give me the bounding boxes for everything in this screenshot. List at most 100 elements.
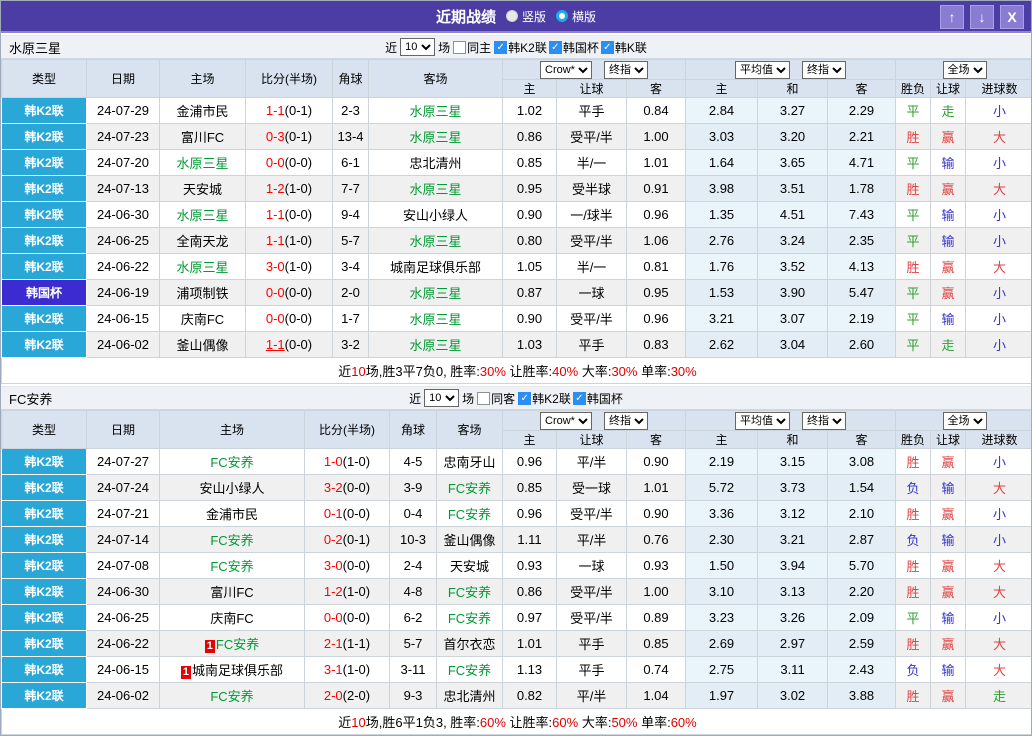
corner-cell: 0-4 (389, 500, 437, 527)
odds-away-cell: 0.95 (625, 279, 687, 306)
same-venue-checkbox[interactable]: 同客 (477, 390, 515, 407)
avg-away-cell: 2.19 (827, 305, 897, 332)
result-cell: 平 (895, 305, 932, 332)
goals-result-cell-text: 小 (993, 286, 1007, 301)
league-checkbox[interactable]: 韩国杯 (548, 39, 599, 56)
recent-count-select[interactable]: 10 (400, 38, 436, 56)
handicap-result-cell-text: 输 (941, 481, 955, 496)
odds-home-cell: 0.87 (502, 279, 557, 306)
away-team-cell: FC安养 (436, 578, 503, 605)
score-text: 0-1 (323, 506, 343, 521)
away-team-cell: 水原三星 (368, 279, 503, 306)
handicap-result-cell-text: 赢 (941, 507, 955, 522)
odds-handicap-cell: 受平/半 (556, 604, 627, 631)
away-team-cell: 安山小绿人 (368, 201, 503, 228)
avg-home-cell: 3.10 (685, 578, 759, 605)
goals-result-cell: 大 (965, 578, 1031, 605)
recent-count-select[interactable]: 10 (424, 389, 460, 407)
fulltime-select[interactable]: 全场 (942, 60, 987, 79)
final-odds-select-2[interactable]: 终指 (802, 411, 847, 430)
odds-away-cell: 0.90 (625, 448, 687, 475)
layout-radio-selected[interactable]: 横版 (556, 8, 596, 25)
home-team-cell: 天安城 (159, 175, 246, 202)
handicap-result-cell: 赢 (930, 175, 967, 202)
bookmaker-select[interactable]: Crow* (540, 60, 592, 79)
handicap-result-cell-text: 走 (941, 338, 955, 353)
same-venue-checkbox[interactable]: 同主 (453, 39, 491, 56)
half-score-text: (0-0) (284, 337, 313, 352)
team-name: 首尔衣恋 (443, 637, 496, 652)
corner-cell: 5-7 (332, 227, 369, 254)
col-type: 类型 (1, 59, 87, 98)
league-checkbox[interactable]: 韩K2联 (518, 390, 571, 407)
average-select[interactable]: 平均值 (735, 60, 791, 79)
goals-result-cell-text: 小 (993, 611, 1007, 626)
bookmaker-select[interactable]: Crow* (540, 411, 592, 430)
table-row: 韩K2联 24-07-21 金浦市民 0-1(0-0) 0-4 FC安养 0.96 受平/半 0… (1, 500, 1031, 527)
odds-away-cell: 0.96 (625, 305, 687, 332)
date-cell: 24-07-27 (86, 448, 160, 475)
team-name: FC安养 (447, 663, 492, 678)
close-button[interactable]: X (1000, 5, 1024, 29)
score-text: 0-0 (265, 155, 285, 170)
col-odds-home: 主 (502, 430, 557, 449)
final-odds-select[interactable]: 终指 (604, 411, 648, 430)
avg-draw-cell: 3.52 (757, 253, 829, 280)
half-score-text: (0-0) (342, 558, 371, 573)
corner-cell: 2-0 (332, 279, 369, 306)
move-up-button[interactable]: ↑ (940, 5, 964, 29)
scope-group-header: 全场 (895, 59, 1031, 80)
handicap-result-cell: 输 (930, 149, 967, 176)
layout-radio-option[interactable]: 竖版 (505, 8, 546, 25)
fulltime-select[interactable]: 全场 (942, 411, 987, 430)
result-cell: 平 (895, 331, 932, 358)
table-row: 韩K2联 24-07-27 FC安养 1-0(1-0) 4-5 忠南牙山 0.96 平/半 0.… (1, 448, 1031, 475)
result-cell-text: 胜 (906, 260, 920, 275)
radio-icon (505, 10, 518, 22)
col-score: 比分(半场) (245, 59, 333, 98)
col-avg-home: 主 (685, 430, 759, 449)
league-checkbox[interactable]: 韩国杯 (572, 390, 623, 407)
score-cell: 1-1(0-0) (245, 331, 333, 358)
col-home: 主场 (159, 410, 305, 449)
league-checkbox[interactable]: 韩K2联 (494, 39, 547, 56)
home-team-cell: FC安养 (159, 526, 305, 553)
league-cell: 韩国杯 (1, 279, 87, 306)
odds-home-cell: 1.13 (502, 656, 557, 683)
odds-handicap-cell: 受平/半 (556, 578, 627, 605)
team-name: 釜山偶像 (176, 338, 229, 353)
average-group-header: 平均值 终指 (685, 410, 897, 431)
league-checkbox[interactable]: 韩K联 (600, 39, 647, 56)
score-text: 0-3 (265, 129, 285, 144)
col-away: 客场 (368, 59, 503, 98)
average-select[interactable]: 平均值 (735, 411, 791, 430)
score-text[interactable]: 1-1 (266, 337, 285, 352)
date-cell: 24-06-19 (86, 279, 160, 306)
final-odds-select-2[interactable]: 终指 (802, 60, 847, 79)
final-odds-select[interactable]: 终指 (604, 60, 648, 79)
stats-summary: 近10场,胜3平7负0, 胜率:30% 让胜率:40% 大率:30% 单率:30… (1, 357, 1031, 384)
score-text: 1-0 (323, 454, 343, 469)
home-team-cell: FC安养 (159, 448, 305, 475)
score-cell: 0-0(0-0) (245, 305, 333, 332)
checkbox-icon (518, 391, 532, 405)
average-group-header: 平均值 终指 (685, 59, 897, 80)
goals-result-cell-text: 小 (993, 104, 1007, 119)
move-down-button[interactable]: ↓ (970, 5, 994, 29)
table-row: 韩K2联 24-06-02 釜山偶像 1-1(0-0) 3-2 水原三星 1.03 平手 0.8… (1, 331, 1031, 358)
recent-results-panel: 近期战绩 竖版横版 ↑ ↓ X 水原三星 近 10 场 同主 韩K2联韩国杯韩K… (0, 0, 1032, 736)
goals-result-cell-text: 小 (993, 208, 1007, 223)
stats-summary: 近10场,胜6平1负3, 胜率:60% 让胜率:60% 大率:50% 单率:60… (1, 708, 1031, 735)
team-name: FC安养 (447, 507, 492, 522)
avg-home-cell: 3.23 (685, 604, 759, 631)
avg-away-cell: 2.60 (827, 331, 897, 358)
checkbox-icon (572, 391, 586, 405)
score-cell: 3-2(0-0) (304, 474, 390, 501)
avg-draw-cell: 3.24 (757, 227, 829, 254)
handicap-result-cell: 赢 (930, 279, 967, 306)
score-cell: 1-0(1-0) (304, 448, 390, 475)
league-cell: 韩K2联 (1, 604, 87, 631)
handicap-result-cell-text: 赢 (941, 689, 955, 704)
odds-handicap-cell: 平/半 (556, 448, 627, 475)
arrow-up-icon: ↑ (948, 9, 956, 25)
